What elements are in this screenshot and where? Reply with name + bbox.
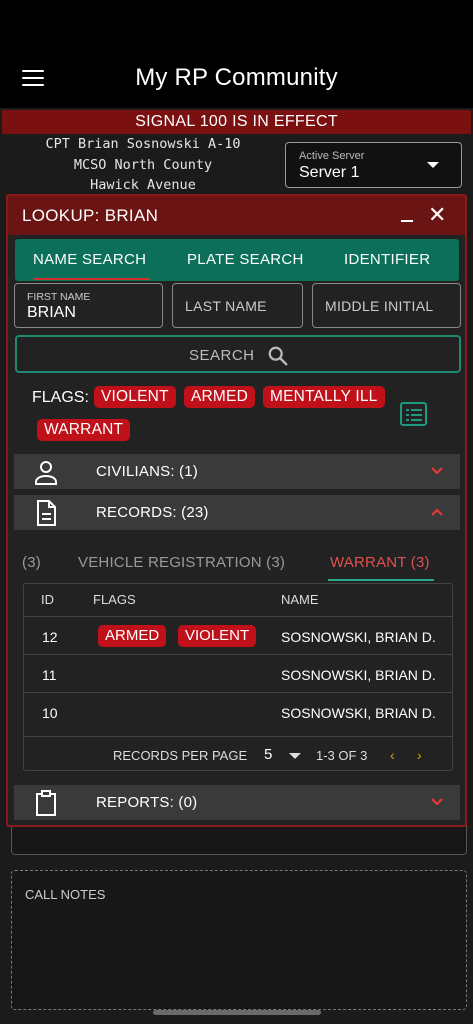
next-page-icon[interactable]: › [417, 747, 422, 763]
person-icon [35, 461, 57, 485]
flag-armed: ARMED [184, 386, 255, 408]
tab-identifier[interactable]: IDENTIFIER [344, 251, 430, 268]
dropdown-arrow-icon [427, 162, 439, 168]
tab-vehicle-registration[interactable]: VEHICLE REGISTRATION (3) [78, 554, 285, 571]
app-bar: My RP Community [0, 0, 473, 108]
pagination-range: 1-3 OF 3 [316, 748, 368, 763]
row-name: SOSNOWSKI, BRIAN D. [281, 705, 436, 721]
table-row[interactable]: 10 SOSNOWSKI, BRIAN D. [24, 692, 452, 730]
row-name: SOSNOWSKI, BRIAN D. [281, 667, 436, 683]
civilians-label: CIVILIANS: (1) [96, 463, 198, 480]
reports-label: REPORTS: (0) [96, 794, 198, 811]
app-title: My RP Community [135, 64, 338, 91]
tab-warrant[interactable]: WARRANT (3) [330, 554, 430, 571]
unit-info: CPT Brian Sosnowski A-10 MCSO North Coun… [8, 134, 278, 196]
chevron-down-icon [431, 798, 443, 806]
flag-mentally-ill: MENTALLY ILL [263, 386, 385, 408]
middle-initial-field[interactable]: MIDDLE INITIAL [312, 283, 461, 328]
tab-records-partial[interactable]: (3) [22, 554, 41, 571]
unit-name: CPT Brian Sosnowski A-10 [45, 136, 241, 152]
call-notes-label: CALL NOTES [25, 887, 106, 902]
row-flag-violent: VIOLENT [178, 625, 257, 647]
flags-label: FLAGS: [32, 389, 89, 406]
home-indicator [153, 1010, 321, 1015]
row-id: 10 [42, 705, 58, 721]
row-id: 12 [42, 629, 58, 645]
civilians-section[interactable]: CIVILIANS: (1) [14, 454, 460, 489]
first-name-value: BRIAN [27, 304, 76, 321]
chevron-up-icon [431, 508, 443, 516]
middle-initial-placeholder: MIDDLE INITIAL [325, 298, 434, 314]
document-icon [37, 500, 56, 526]
active-server-select[interactable]: Active Server Server 1 [285, 142, 462, 188]
tab-plate-search[interactable]: PLATE SEARCH [187, 251, 304, 268]
search-tabs: NAME SEARCH PLATE SEARCH IDENTIFIER [15, 239, 459, 281]
signal-banner: SIGNAL 100 IS IN EFFECT [2, 110, 471, 134]
last-name-placeholder: LAST NAME [185, 298, 267, 314]
flag-violent: VIOLENT [94, 386, 176, 408]
warrant-table: ID FLAGS NAME 12 ARMED VIOLENT SOSNOWSKI… [23, 583, 453, 771]
lookup-dialog: LOOKUP: BRIAN ✕ NAME SEARCH PLATE SEARCH… [6, 194, 467, 827]
lookup-header: LOOKUP: BRIAN ✕ [8, 196, 465, 235]
chevron-down-icon [431, 467, 443, 475]
column-header-id: ID [41, 592, 54, 607]
first-name-field[interactable]: FIRST NAME BRIAN [14, 283, 163, 328]
records-label: RECORDS: (23) [96, 504, 209, 521]
list-view-icon[interactable] [400, 402, 427, 426]
active-tab-indicator [33, 278, 150, 280]
records-per-page-select[interactable]: 5 [264, 746, 272, 763]
tab-name-search[interactable]: NAME SEARCH [33, 251, 146, 268]
column-header-name: NAME [281, 592, 319, 607]
search-button[interactable]: SEARCH [15, 335, 461, 373]
dropdown-arrow-icon[interactable] [289, 753, 301, 759]
active-server-label: Active Server [299, 150, 365, 162]
row-flag-armed: ARMED [98, 625, 167, 647]
records-section[interactable]: RECORDS: (23) [14, 495, 460, 530]
close-icon[interactable]: ✕ [428, 204, 446, 226]
records-per-page-label: RECORDS PER PAGE [113, 748, 248, 763]
table-row[interactable]: 11 SOSNOWSKI, BRIAN D. [24, 654, 452, 692]
call-notes-field[interactable]: CALL NOTES [11, 870, 467, 1010]
reports-section[interactable]: REPORTS: (0) [14, 785, 460, 820]
row-id: 11 [42, 667, 57, 683]
previous-page-icon[interactable]: ‹ [390, 747, 395, 763]
flag-warrant: WARRANT [37, 419, 131, 441]
column-header-flags: FLAGS [93, 592, 136, 607]
active-server-value: Server 1 [299, 164, 360, 181]
table-row[interactable]: 12 ARMED VIOLENT SOSNOWSKI, BRIAN D. [24, 616, 452, 654]
clipboard-icon [36, 790, 56, 816]
lookup-title: LOOKUP: BRIAN [22, 206, 159, 225]
search-icon [268, 346, 288, 366]
unit-department: MCSO North County [73, 156, 213, 173]
row-name: SOSNOWSKI, BRIAN D. [281, 629, 436, 645]
first-name-label: FIRST NAME [27, 291, 91, 303]
minimize-icon[interactable] [401, 220, 413, 222]
table-pagination: RECORDS PER PAGE 5 1-3 OF 3 ‹ › [24, 736, 452, 772]
search-button-label: SEARCH [189, 347, 255, 364]
last-name-field[interactable]: LAST NAME [172, 283, 303, 328]
unit-location: Hawick Avenue [90, 177, 196, 193]
active-records-tab-indicator [328, 579, 434, 581]
records-tabs: (3) VEHICLE REGISTRATION (3) WARRANT (3) [8, 546, 465, 582]
